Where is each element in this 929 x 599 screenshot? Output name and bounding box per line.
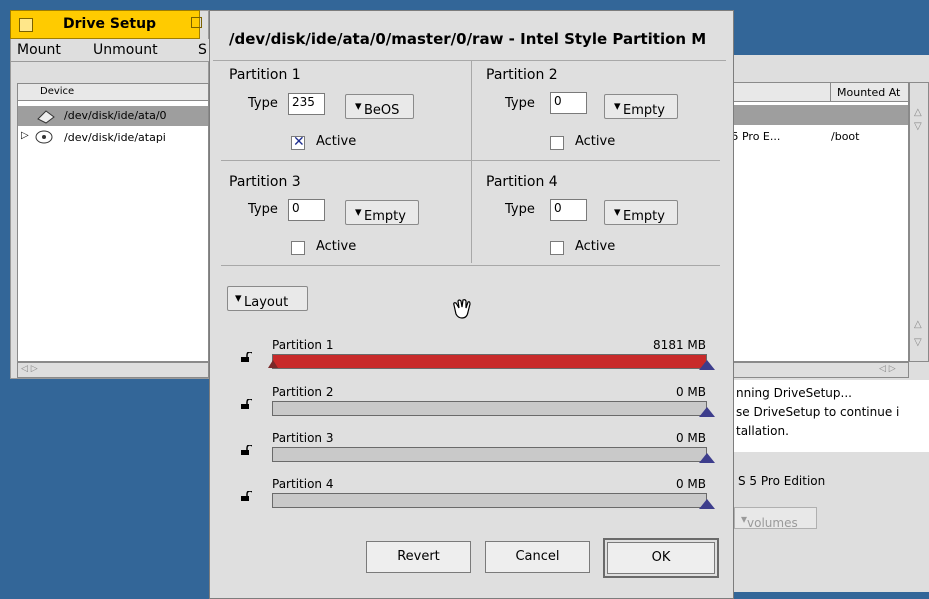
menu-unmount[interactable]: Unmount (93, 42, 158, 58)
install-panel: S 5 Pro Edition volumes ▾ (720, 453, 929, 592)
type-label: Type (248, 96, 278, 111)
partition-size-label: 0 MB (675, 431, 706, 445)
hand-cursor-icon (453, 299, 471, 319)
partition-3-type-menu[interactable]: Empty ▾ (345, 200, 419, 225)
device-column-label: Device (40, 86, 75, 97)
partition-2-type-menu[interactable]: Empty ▾ (604, 94, 678, 119)
slider-start-thumb[interactable] (268, 360, 278, 368)
partition-2-type-field[interactable]: 0 (550, 92, 587, 114)
partition-1-type-menu[interactable]: BeOS ▾ (345, 94, 414, 119)
lock-icon[interactable] (240, 399, 252, 409)
layout-menu[interactable]: Layout ▾ (227, 286, 308, 311)
menu-value: BeOS (364, 103, 400, 118)
slider-fill (273, 355, 706, 368)
active-label: Active (575, 134, 616, 149)
ok-button[interactable]: OK (607, 542, 715, 574)
divider (221, 265, 720, 266)
menu-value: Empty (364, 209, 406, 224)
partition-2-title: Partition 2 (486, 67, 558, 83)
partition-slider-label: Partition 4 (272, 477, 334, 491)
divider (221, 160, 720, 161)
partition-4-title: Partition 4 (486, 174, 558, 190)
divider (471, 61, 472, 263)
partition-slider-label: Partition 1 (272, 338, 334, 352)
volumes-menu[interactable]: volumes ▾ (734, 507, 817, 530)
desktop-strip (720, 10, 929, 55)
cancel-button[interactable]: Cancel (485, 541, 590, 573)
partition-size-slider[interactable] (272, 447, 707, 462)
mount-point: /boot (831, 130, 860, 143)
partition-4-type-menu[interactable]: Empty ▾ (604, 200, 678, 225)
type-label: Type (505, 96, 535, 111)
revert-button[interactable]: Revert (366, 541, 471, 573)
lock-icon[interactable] (240, 445, 252, 455)
partition-3-title: Partition 3 (229, 174, 301, 190)
status-line: se DriveSetup to continue i (736, 405, 900, 419)
partition-slider-label: Partition 2 (272, 385, 334, 399)
partition-1-active-checkbox[interactable]: ✕ (291, 134, 305, 150)
status-line: tallation. (736, 424, 789, 438)
expand-triangle-icon[interactable]: ▷ (21, 130, 29, 141)
device-row[interactable]: ▷ /dev/disk/ide/atapi (18, 128, 208, 148)
active-label: Active (316, 239, 357, 254)
menu-value: Empty (623, 209, 665, 224)
device-path: /dev/disk/ide/ata/0 (64, 109, 167, 122)
device-row[interactable]: /dev/disk/ide/ata/0 (18, 106, 208, 126)
menu-mount[interactable]: Mount (17, 42, 61, 58)
partition-size-label: 0 MB (675, 477, 706, 491)
partition-size-slider[interactable] (272, 401, 707, 416)
status-line: nning DriveSetup... (736, 386, 852, 400)
close-box[interactable] (19, 18, 33, 32)
device-list-right: Mounted At S 5 Pro E... /boot (720, 82, 909, 362)
slider-end-thumb[interactable] (699, 499, 715, 509)
dialog-title-bar[interactable]: /dev/disk/ide/ata/0/master/0/raw - Intel… (213, 14, 726, 61)
status-log: nning DriveSetup... se DriveSetup to con… (720, 380, 929, 452)
partition-3-type-field[interactable]: 0 (288, 199, 325, 221)
partition-4-active-checkbox[interactable] (550, 241, 564, 255)
menu-value: Empty (623, 103, 665, 118)
menu-bar: Mount Unmount S (11, 39, 209, 62)
device-row[interactable] (721, 105, 908, 125)
device-row[interactable]: S 5 Pro E... /boot (721, 127, 908, 147)
partition-slider-label: Partition 3 (272, 431, 334, 445)
partition-size-slider[interactable] (272, 354, 707, 369)
menu-setup[interactable]: S (198, 42, 207, 58)
lock-icon[interactable] (240, 352, 252, 362)
slider-end-thumb[interactable] (699, 407, 715, 417)
cdrom-icon (35, 130, 53, 144)
partition-2-active-checkbox[interactable] (550, 136, 564, 150)
edition-label: S 5 Pro Edition (738, 474, 826, 488)
window-tab[interactable]: Drive Setup (10, 10, 202, 39)
type-label: Type (505, 202, 535, 217)
type-label: Type (248, 202, 278, 217)
partition-size-slider[interactable] (272, 493, 707, 508)
slider-end-thumb[interactable] (699, 453, 715, 463)
partition-3-active-checkbox[interactable] (291, 241, 305, 255)
horizontal-scrollbar[interactable]: ◁ ▷ (720, 362, 909, 378)
partition-size-label: 0 MB (675, 385, 706, 399)
zoom-box[interactable] (191, 17, 202, 28)
partition-1-title: Partition 1 (229, 67, 301, 83)
partition-size-label: 8181 MB (653, 338, 706, 352)
active-label: Active (316, 134, 357, 149)
horizontal-scrollbar[interactable]: ◁ ▷ (17, 362, 209, 378)
partition-4-type-field[interactable]: 0 (550, 199, 587, 221)
disk-icon (37, 110, 55, 124)
mounted-column-label: Mounted At (837, 86, 901, 99)
device-list: Device /dev/disk/ide/ata/0 ▷ /dev/disk/i… (17, 83, 209, 362)
lock-icon[interactable] (240, 491, 252, 501)
vertical-scrollbar[interactable]: △ ▽ △ ▽ (909, 82, 929, 362)
mounted-column-header[interactable]: Mounted At (721, 83, 908, 102)
window-title: Drive Setup (63, 16, 157, 32)
device-path: /dev/disk/ide/atapi (64, 131, 166, 144)
dialog-title: /dev/disk/ide/ata/0/master/0/raw - Intel… (229, 30, 707, 48)
device-column-header[interactable]: Device (18, 84, 208, 101)
slider-end-thumb[interactable] (699, 360, 715, 370)
active-label: Active (575, 239, 616, 254)
partition-1-type-field[interactable]: 235 (288, 93, 325, 115)
layout-label: Layout (244, 295, 289, 310)
volumes-label: volumes (747, 516, 798, 530)
